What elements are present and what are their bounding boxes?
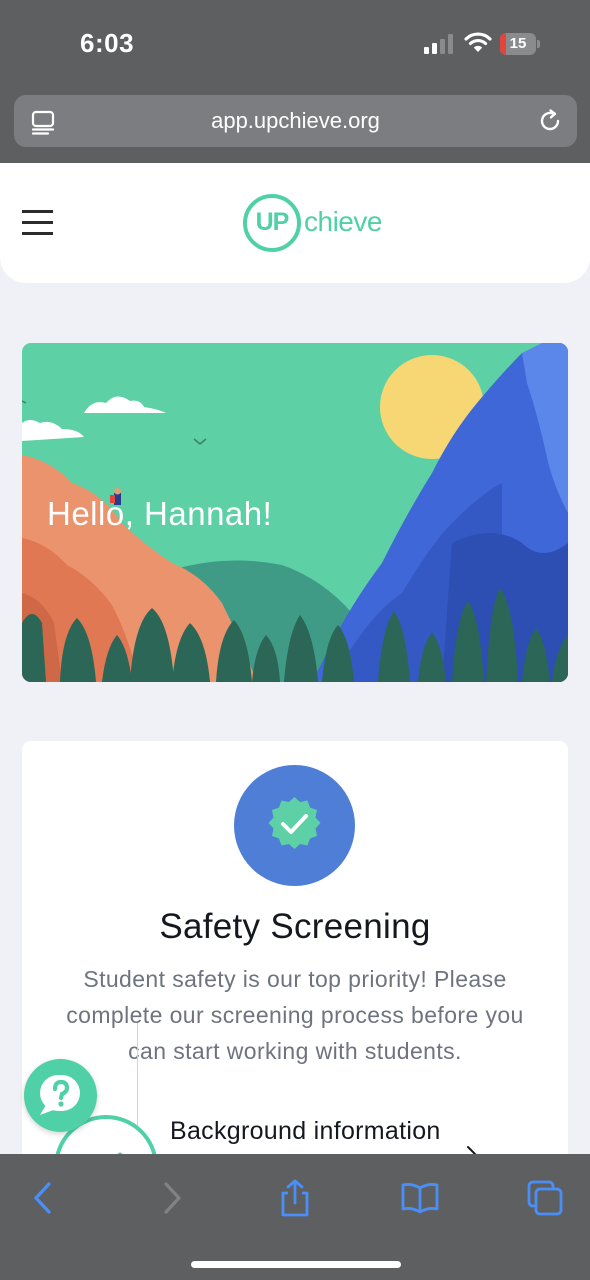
step-background-information[interactable]: Background information [170, 1113, 490, 1149]
address-bar[interactable]: app.upchieve.org [14, 95, 577, 147]
card-description: Student safety is our top priority! Plea… [66, 966, 524, 1064]
app-header: UP chieve [0, 163, 590, 283]
hamburger-menu-icon[interactable] [22, 210, 54, 236]
browser-top-chrome: 6:03 15 app.upchieve.org [0, 0, 590, 163]
signal-icon [424, 34, 454, 54]
forward-icon[interactable] [152, 1178, 192, 1218]
welcome-banner: Hello, Hannah! [22, 343, 568, 682]
bookmarks-icon[interactable] [400, 1178, 440, 1218]
reload-icon[interactable] [536, 107, 564, 135]
upchieve-logo[interactable]: UP chieve [243, 194, 388, 254]
home-indicator [191, 1261, 401, 1268]
question-mark-icon [40, 1075, 80, 1115]
help-button[interactable] [24, 1059, 97, 1132]
back-icon[interactable] [24, 1178, 64, 1218]
verified-check-badge-icon [234, 765, 355, 886]
url-text[interactable]: app.upchieve.org [14, 95, 577, 147]
battery-level: 15 [509, 35, 527, 52]
battery-icon: 15 [500, 33, 540, 55]
greeting-text: Hello, Hannah! [47, 495, 273, 532]
status-time: 6:03 [80, 28, 135, 58]
share-icon[interactable] [275, 1178, 315, 1218]
card-title: Safety Screening [159, 907, 431, 946]
wifi-icon [464, 30, 492, 54]
tabs-icon[interactable] [525, 1178, 565, 1218]
